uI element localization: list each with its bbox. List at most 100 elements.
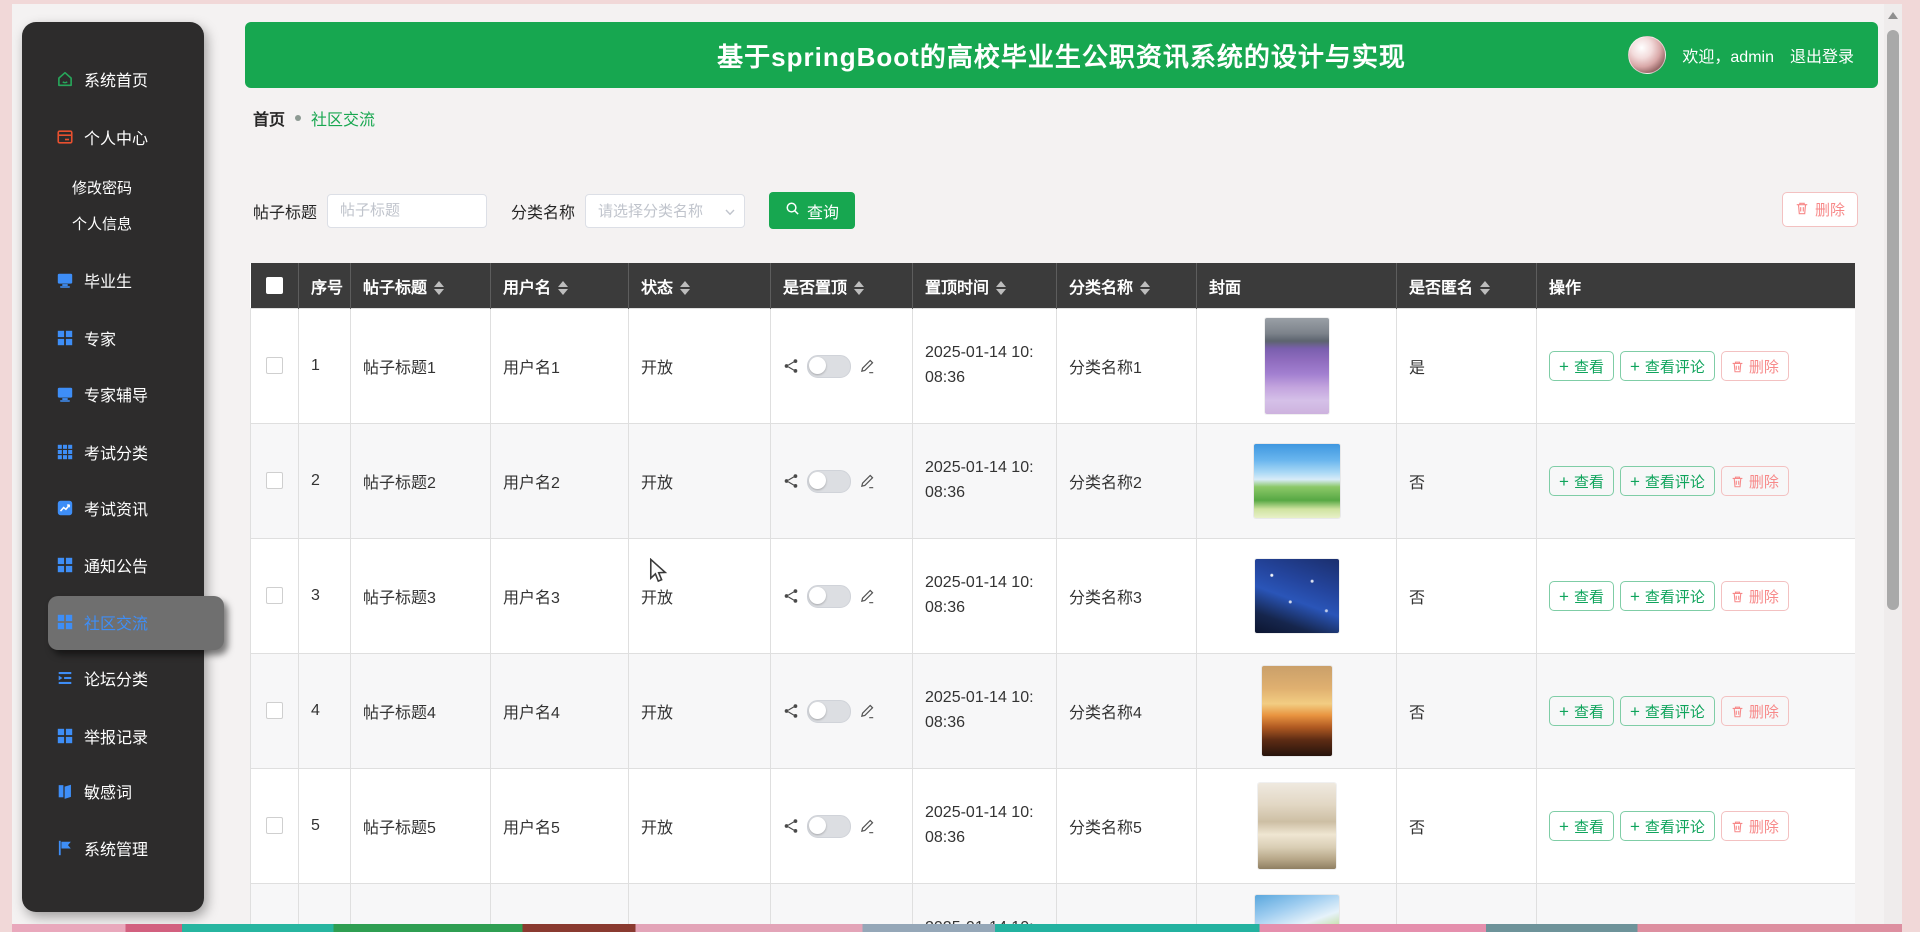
row-checkbox[interactable] — [266, 817, 283, 834]
category-select[interactable]: 请选择分类名称 — [585, 194, 745, 228]
pin-toggle[interactable] — [807, 355, 851, 378]
trash-icon — [1731, 590, 1744, 603]
category-cell: 分类名称4 — [1057, 654, 1197, 769]
avatar[interactable] — [1628, 36, 1666, 74]
sidebar-item-label: 系统管理 — [84, 836, 148, 860]
seq-cell: 2 — [299, 424, 351, 539]
breadcrumb: 首页 社区交流 — [253, 106, 375, 130]
delete-row-button[interactable]: 删除 — [1721, 696, 1789, 726]
row-checkbox[interactable] — [266, 587, 283, 604]
column-header-pin_time[interactable]: 置顶时间 — [913, 263, 1057, 309]
sidebar-item-7[interactable]: 专家辅导 — [22, 381, 204, 407]
view-comments-button[interactable]: +查看评论 — [1620, 581, 1715, 611]
sidebar-item-13[interactable]: 举报记录 — [22, 723, 204, 749]
table-header-row: 序号帖子标题用户名状态是否置顶置顶时间分类名称封面是否匿名操作 — [251, 263, 1856, 309]
edit-pencil-icon[interactable] — [859, 588, 875, 604]
scrollbar-thumb[interactable] — [1887, 30, 1899, 610]
scroll-up-arrow-icon[interactable] — [1888, 12, 1898, 19]
sidebar-item-1[interactable]: 系统首页 — [22, 66, 204, 92]
plus-icon: + — [1559, 358, 1569, 375]
row-checkbox[interactable] — [266, 357, 283, 374]
select-all-checkbox[interactable] — [266, 277, 283, 294]
breadcrumb-home[interactable]: 首页 — [253, 106, 285, 130]
pin-toggle[interactable] — [807, 700, 851, 723]
cover-image[interactable] — [1254, 444, 1340, 518]
sidebar-item-15[interactable]: 系统管理 — [22, 835, 204, 861]
view-button[interactable]: +查看 — [1549, 466, 1614, 496]
share-icon — [783, 358, 799, 374]
sort-arrows-icon[interactable] — [680, 281, 690, 295]
column-header-status[interactable]: 状态 — [629, 263, 771, 309]
pin-toggle[interactable] — [807, 470, 851, 493]
sidebar-item-6[interactable]: 专家 — [22, 325, 204, 351]
sort-arrows-icon[interactable] — [1480, 281, 1490, 295]
table-row: 2帖子标题2用户名2开放2025-01-14 10:08:36分类名称2否+查看… — [251, 424, 1856, 539]
row-checkbox[interactable] — [266, 472, 283, 489]
sort-arrows-icon[interactable] — [996, 281, 1006, 295]
cover-image[interactable] — [1265, 318, 1329, 414]
column-header-label: 序号 — [311, 280, 343, 297]
column-header-label: 分类名称 — [1069, 280, 1133, 297]
table-row: 4帖子标题4用户名4开放2025-01-14 10:08:36分类名称4否+查看… — [251, 654, 1856, 769]
plus-icon: + — [1559, 588, 1569, 605]
edit-pencil-icon[interactable] — [859, 818, 875, 834]
posts-table: 序号帖子标题用户名状态是否置顶置顶时间分类名称封面是否匿名操作 1帖子标题1用户… — [250, 263, 1855, 932]
logout-link[interactable]: 退出登录 — [1790, 43, 1854, 67]
cover-image[interactable] — [1262, 666, 1332, 756]
sidebar-item-3[interactable]: 修改密码 — [22, 174, 204, 200]
view-comments-button[interactable]: +查看评论 — [1620, 351, 1715, 381]
view-comments-button[interactable]: +查看评论 — [1620, 696, 1715, 726]
sidebar-item-10[interactable]: 通知公告 — [22, 552, 204, 578]
sidebar-item-label: 论坛分类 — [84, 666, 148, 690]
category-cell: 分类名称5 — [1057, 769, 1197, 884]
column-header-pinned[interactable]: 是否置顶 — [771, 263, 913, 309]
app-header: 基于springBoot的高校毕业生公职资讯系统的设计与实现 欢迎，admin … — [245, 22, 1878, 88]
trash-icon — [1731, 705, 1744, 718]
book-icon — [56, 782, 74, 800]
delete-row-button[interactable]: 删除 — [1721, 581, 1789, 611]
sidebar-item-9[interactable]: 考试资讯 — [22, 495, 204, 521]
column-header-anonymous[interactable]: 是否匿名 — [1397, 263, 1537, 309]
pin-toggle[interactable] — [807, 815, 851, 838]
sidebar-item-4[interactable]: 个人信息 — [22, 210, 204, 236]
view-comments-button[interactable]: +查看评论 — [1620, 811, 1715, 841]
vertical-scrollbar[interactable] — [1884, 4, 1902, 924]
cover-image[interactable] — [1255, 559, 1339, 633]
sort-arrows-icon[interactable] — [558, 281, 568, 295]
sort-arrows-icon[interactable] — [434, 281, 444, 295]
sidebar-item-14[interactable]: 敏感词 — [22, 778, 204, 804]
sidebar-item-5[interactable]: 毕业生 — [22, 267, 204, 293]
pin-toggle[interactable] — [807, 585, 851, 608]
sidebar-item-11[interactable]: 社区交流 — [22, 609, 204, 635]
edit-pencil-icon[interactable] — [859, 703, 875, 719]
grid-icon — [56, 613, 74, 631]
cover-image[interactable] — [1258, 783, 1336, 869]
edit-pencil-icon[interactable] — [859, 473, 875, 489]
anonymous-cell: 否 — [1397, 654, 1537, 769]
delete-row-button[interactable]: 删除 — [1721, 466, 1789, 496]
view-button[interactable]: +查看 — [1549, 811, 1614, 841]
delete-row-button[interactable]: 删除 — [1721, 351, 1789, 381]
edit-pencil-icon[interactable] — [859, 358, 875, 374]
sidebar-item-8[interactable]: 考试分类 — [22, 439, 204, 465]
anonymous-cell: 否 — [1397, 539, 1537, 654]
view-button[interactable]: +查看 — [1549, 351, 1614, 381]
sidebar-item-12[interactable]: 论坛分类 — [22, 665, 204, 691]
sort-arrows-icon[interactable] — [1140, 281, 1150, 295]
search-button[interactable]: 查询 — [769, 192, 855, 229]
user-card-icon — [56, 128, 74, 146]
category-cell: 分类名称2 — [1057, 424, 1197, 539]
bulk-delete-button[interactable]: 删除 — [1782, 192, 1858, 227]
row-checkbox[interactable] — [266, 702, 283, 719]
sort-arrows-icon[interactable] — [854, 281, 864, 295]
column-header-username[interactable]: 用户名 — [491, 263, 629, 309]
delete-row-button[interactable]: 删除 — [1721, 811, 1789, 841]
view-button[interactable]: +查看 — [1549, 581, 1614, 611]
column-header-category[interactable]: 分类名称 — [1057, 263, 1197, 309]
post-title-input[interactable] — [327, 194, 487, 228]
sidebar-item-2[interactable]: 个人中心 — [22, 124, 204, 150]
column-header-title[interactable]: 帖子标题 — [351, 263, 491, 309]
view-button[interactable]: +查看 — [1549, 696, 1614, 726]
grid-large-icon — [56, 443, 74, 461]
view-comments-button[interactable]: +查看评论 — [1620, 466, 1715, 496]
